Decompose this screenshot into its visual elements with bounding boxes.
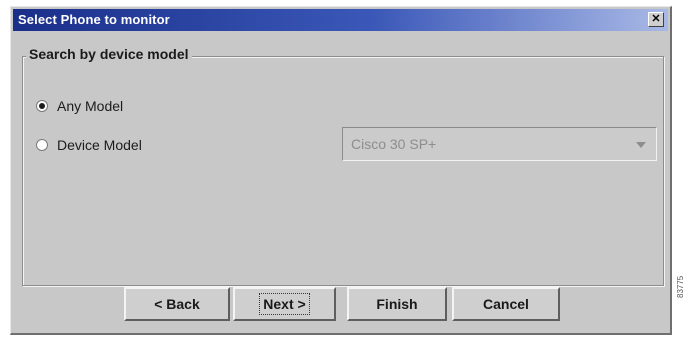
- search-groupbox: [22, 56, 664, 286]
- close-button[interactable]: ✕: [648, 12, 664, 27]
- device-model-select-value: Cisco 30 SP+: [351, 136, 437, 152]
- group-legend: Search by device model: [26, 46, 192, 62]
- next-button[interactable]: Next >: [233, 287, 336, 321]
- cancel-button[interactable]: Cancel: [452, 287, 560, 321]
- next-button-label: Next >: [259, 293, 310, 315]
- back-button-label: < Back: [154, 296, 200, 312]
- device-model-select[interactable]: Cisco 30 SP+: [342, 127, 657, 161]
- radio-any-model[interactable]: Any Model: [36, 98, 123, 114]
- finish-button-label: Finish: [376, 296, 418, 312]
- back-button[interactable]: < Back: [124, 287, 230, 321]
- chevron-down-icon: [636, 142, 646, 148]
- radio-label-any-model: Any Model: [57, 98, 124, 114]
- title-bar[interactable]: Select Phone to monitor ✕: [13, 9, 668, 31]
- figure-code: 83775: [676, 275, 685, 298]
- finish-button[interactable]: Finish: [347, 287, 447, 321]
- window-title: Select Phone to monitor: [18, 12, 170, 27]
- radio-label-device-model: Device Model: [57, 137, 142, 153]
- radio-button-any-model[interactable]: [36, 100, 48, 112]
- radio-device-model[interactable]: Device Model: [36, 137, 142, 153]
- cancel-button-label: Cancel: [483, 296, 529, 312]
- close-icon: ✕: [651, 13, 661, 25]
- radio-button-device-model[interactable]: [36, 139, 48, 151]
